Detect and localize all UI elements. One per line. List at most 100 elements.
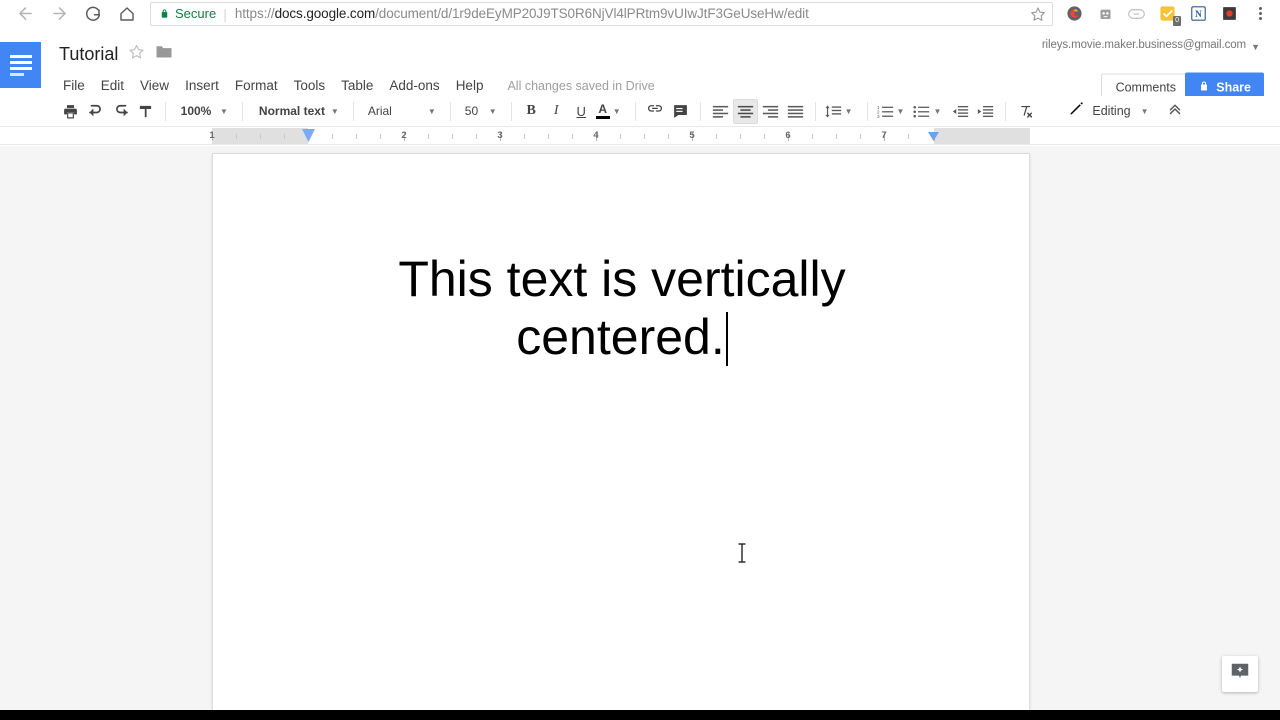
italic-button[interactable]: I <box>544 99 569 124</box>
zoom-level-selector[interactable]: 100% ▼ <box>173 99 235 124</box>
share-button-label: Share <box>1216 80 1251 94</box>
increase-indent-button[interactable] <box>973 99 998 124</box>
font-size-value: 50 <box>464 104 479 118</box>
add-comment-icon[interactable] <box>668 99 693 124</box>
ruler-tick <box>524 134 525 139</box>
print-icon[interactable] <box>58 99 83 124</box>
ruler-tick <box>452 134 453 139</box>
link-icon[interactable] <box>643 99 668 124</box>
align-left-button[interactable] <box>708 99 733 124</box>
editing-mode-label: Editing <box>1092 104 1131 118</box>
paint-format-icon[interactable] <box>133 99 158 124</box>
ruler-tick <box>476 134 477 139</box>
google-docs-logo[interactable] <box>0 42 41 88</box>
ruler-number: 5 <box>689 130 695 141</box>
menu-insert[interactable]: Insert <box>177 75 227 96</box>
bold-button[interactable]: B <box>519 99 544 124</box>
align-right-button[interactable] <box>758 99 783 124</box>
star-outline-icon[interactable] <box>128 43 145 65</box>
explore-star-icon <box>1229 661 1251 688</box>
bold-label: B <box>526 103 536 118</box>
screen-recorder-extension-icon[interactable] <box>1214 1 1245 27</box>
lock-icon <box>159 7 170 20</box>
ruler-track[interactable]: 1 2 3 4 5 6 7 <box>209 128 1030 145</box>
url-text: https://docs.google.com/document/d/1r9de… <box>235 6 809 21</box>
save-status-text: All changes saved in Drive <box>507 78 655 93</box>
docs-logo-lines <box>9 54 32 76</box>
account-email[interactable]: rileys.movie.maker.business@gmail.com <box>1042 39 1246 51</box>
checkmark-extension-icon[interactable]: 0 <box>1152 1 1183 27</box>
document-paragraph: This text is vertically centered. <box>398 251 846 365</box>
back-icon[interactable] <box>8 1 42 27</box>
browser-toolbar: Secure | https://docs.google.com/documen… <box>0 0 1280 27</box>
ruler-baseline <box>0 144 1280 145</box>
kebab-menu-icon[interactable] <box>1245 1 1276 27</box>
font-family-selector[interactable]: Arial ▼ <box>361 99 443 124</box>
folder-icon[interactable] <box>155 44 173 64</box>
align-justify-button[interactable] <box>783 99 808 124</box>
undo-icon[interactable] <box>83 99 108 124</box>
document-page[interactable]: This text is vertically centered. <box>212 153 1030 710</box>
document-title[interactable]: Tutorial <box>59 44 118 65</box>
menu-addons[interactable]: Add-ons <box>381 75 447 96</box>
numbered-list-button[interactable]: 123 ▼ <box>875 99 912 124</box>
chevron-down-icon: ▼ <box>933 106 942 116</box>
align-center-button[interactable] <box>732 98 758 124</box>
ruler-tick <box>236 134 237 139</box>
chevron-down-icon: ▼ <box>844 106 853 116</box>
menu-table[interactable]: Table <box>333 75 381 96</box>
menu-edit[interactable]: Edit <box>93 75 132 96</box>
collapse-toolbar-button[interactable] <box>1166 100 1184 123</box>
ruler-tick <box>428 134 429 139</box>
line-spacing-button[interactable]: ▼ <box>823 99 860 124</box>
ruler-tick <box>356 134 357 139</box>
ruler-tick <box>812 134 813 139</box>
chevron-down-icon[interactable]: ▼ <box>1251 42 1260 52</box>
ruler-tick <box>836 134 837 139</box>
editing-mode-selector[interactable]: Editing ▼ <box>1068 100 1153 122</box>
ruler-tick <box>332 134 333 139</box>
toolbar-divider <box>449 101 451 121</box>
document-canvas[interactable]: This text is vertically centered. <box>0 146 1280 710</box>
text-i-beam-cursor <box>736 542 748 564</box>
docs-toolbar: 100% ▼ Normal text ▼ Arial ▼ 50 ▼ B I U <box>0 96 1280 127</box>
ruler-tick <box>548 134 549 139</box>
capsule-extension-icon[interactable] <box>1121 1 1152 27</box>
home-icon[interactable] <box>110 1 144 27</box>
explore-button[interactable] <box>1222 656 1258 692</box>
bookmark-star-icon[interactable] <box>1030 6 1046 25</box>
paragraph-style-value: Normal text <box>258 104 325 118</box>
redo-icon[interactable] <box>108 99 133 124</box>
evernote-extension-icon[interactable]: N <box>1183 1 1214 27</box>
menu-help[interactable]: Help <box>448 75 492 96</box>
ruler-number: 2 <box>401 130 407 141</box>
menu-format[interactable]: Format <box>227 75 286 96</box>
reload-icon[interactable] <box>76 1 110 27</box>
decrease-indent-button[interactable] <box>948 99 973 124</box>
chevron-down-icon: ▼ <box>330 106 339 116</box>
menu-file[interactable]: File <box>59 75 93 96</box>
underline-button[interactable]: U <box>569 99 594 124</box>
paragraph-style-selector[interactable]: Normal text ▼ <box>250 99 346 124</box>
chevron-down-icon: ▼ <box>612 106 621 116</box>
security-label: Secure <box>175 6 217 21</box>
address-bar[interactable]: Secure | https://docs.google.com/documen… <box>150 1 1053 26</box>
url-path: /document/d/1r9deEyMP20J9TS0R6NjVl4lPRtm… <box>375 6 809 21</box>
chevron-down-icon: ▼ <box>896 106 905 116</box>
text-color-button[interactable]: A ▼ <box>594 99 628 124</box>
omnibox-separator: | <box>223 5 227 22</box>
google-photos-extension-icon[interactable] <box>1059 1 1090 27</box>
menu-tools[interactable]: Tools <box>286 75 334 96</box>
font-size-selector[interactable]: 50 ▼ <box>458 99 504 124</box>
clear-formatting-button[interactable] <box>1013 99 1038 124</box>
bulleted-list-button[interactable]: ▼ <box>911 99 948 124</box>
toolbar-divider <box>165 101 166 121</box>
robot-extension-icon[interactable] <box>1090 1 1121 27</box>
ruler-number: 1 <box>209 130 215 141</box>
ruler-tick <box>284 134 285 139</box>
docs-header: Tutorial File Edit View Insert Format To… <box>0 27 1280 102</box>
forward-icon[interactable] <box>42 1 76 27</box>
document-ruler: 1 2 3 4 5 6 7 <box>0 128 1280 146</box>
menu-view[interactable]: View <box>132 75 177 96</box>
document-text-body[interactable]: This text is vertically centered. <box>309 250 935 366</box>
